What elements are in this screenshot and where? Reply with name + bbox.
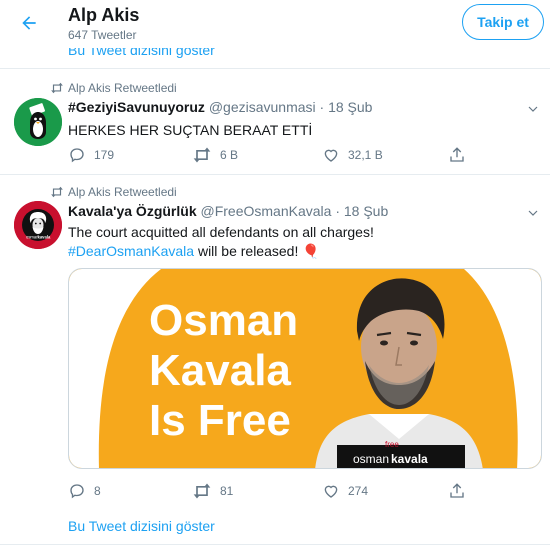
profile-name: Alp Akis [68, 5, 140, 25]
retweet-label: Alp Akis Retweetledi [68, 185, 177, 199]
tweet-text: HERKES HER SUÇTAN BERAAT ETTİ [68, 122, 313, 138]
tweet-text: The court acquitted all defendants on al… [68, 224, 374, 240]
tweet-header: #GeziyiSavunuyoruz @gezisavunmasi · 18 Ş… [68, 99, 372, 115]
like-button[interactable]: 32,1 B [322, 146, 383, 164]
retweet-icon [193, 483, 211, 499]
retweet-icon [51, 82, 63, 94]
tweet-count: 647 Tweetler [68, 28, 137, 42]
divider [0, 174, 550, 175]
tweet-header: Kavala'ya Özgürlük @FreeOsmanKavala · 18… [68, 203, 388, 219]
share-icon [450, 147, 464, 162]
heart-icon [324, 149, 338, 162]
retweet-icon [51, 186, 63, 198]
handle[interactable]: @gezisavunmasi [209, 99, 316, 115]
hashtag-link[interactable]: #DearOsmanKavala [68, 243, 194, 259]
like-count: 274 [348, 484, 369, 498]
retweet-button[interactable]: 6 B [192, 146, 238, 164]
reply-count: 8 [94, 484, 101, 498]
profile-header: Alp Akis 647 Tweetler Takip et [0, 0, 550, 48]
osman-kavala-avatar: osman kavala [14, 201, 62, 249]
tweet-text: will be released! 🎈 [194, 243, 320, 259]
avatar-text: kavala [38, 235, 51, 240]
display-name[interactable]: #GeziyiSavunuyoruz [68, 99, 205, 115]
retweet-count: 81 [220, 484, 234, 498]
share-button[interactable] [448, 146, 466, 164]
retweet-icon [193, 147, 211, 163]
timestamp[interactable]: · 18 Şub [335, 203, 388, 219]
avatar[interactable]: osman kavala [14, 201, 62, 249]
reply-button[interactable]: 8 [68, 482, 101, 500]
media-logo-osman: osman [353, 452, 389, 466]
share-icon [450, 483, 464, 498]
chevron-down-icon [528, 210, 538, 216]
divider [0, 68, 550, 69]
reply-count: 179 [94, 148, 115, 162]
share-button[interactable] [448, 482, 466, 500]
avatar[interactable] [14, 98, 62, 146]
arrow-left-icon [22, 16, 36, 30]
tweet-text-line-2: #DearOsmanKavala will be released! 🎈 [68, 242, 320, 261]
back-button[interactable] [14, 8, 44, 38]
handle[interactable]: @FreeOsmanKavala [201, 203, 332, 219]
media-headline-line-1: Osman [149, 296, 298, 345]
tweet-media-image[interactable]: Osman Kavala Is Free free osman kavala [68, 268, 542, 469]
reply-button[interactable]: 179 [68, 146, 114, 164]
heart-icon [324, 485, 338, 498]
osman-kavala-is-free-image: Osman Kavala Is Free free osman kavala [69, 269, 541, 468]
like-count: 32,1 B [348, 148, 383, 162]
reply-icon [70, 484, 84, 499]
chevron-down-icon [528, 106, 538, 112]
tweet-menu-button[interactable] [524, 100, 542, 118]
like-button[interactable]: 274 [322, 482, 368, 500]
media-logo-small: free [385, 440, 399, 449]
follow-button[interactable]: Takip et [462, 4, 544, 40]
retweet-button[interactable]: 81 [192, 482, 233, 500]
divider [0, 544, 550, 545]
media-headline-line-3: Is Free [149, 396, 291, 445]
timestamp[interactable]: · 18 Şub [320, 99, 373, 115]
tweet-menu-button[interactable] [524, 204, 542, 222]
retweet-count: 6 B [220, 148, 239, 162]
media-logo-kavala: kavala [391, 452, 428, 466]
gezi-penguin-logo [14, 98, 62, 146]
retweet-label: Alp Akis Retweetledi [68, 81, 177, 95]
media-headline-line-2: Kavala [149, 346, 291, 395]
show-thread-link[interactable]: Bu Tweet dizisini göster [68, 518, 215, 534]
reply-icon [70, 148, 84, 163]
display-name[interactable]: Kavala'ya Özgürlük [68, 203, 197, 219]
